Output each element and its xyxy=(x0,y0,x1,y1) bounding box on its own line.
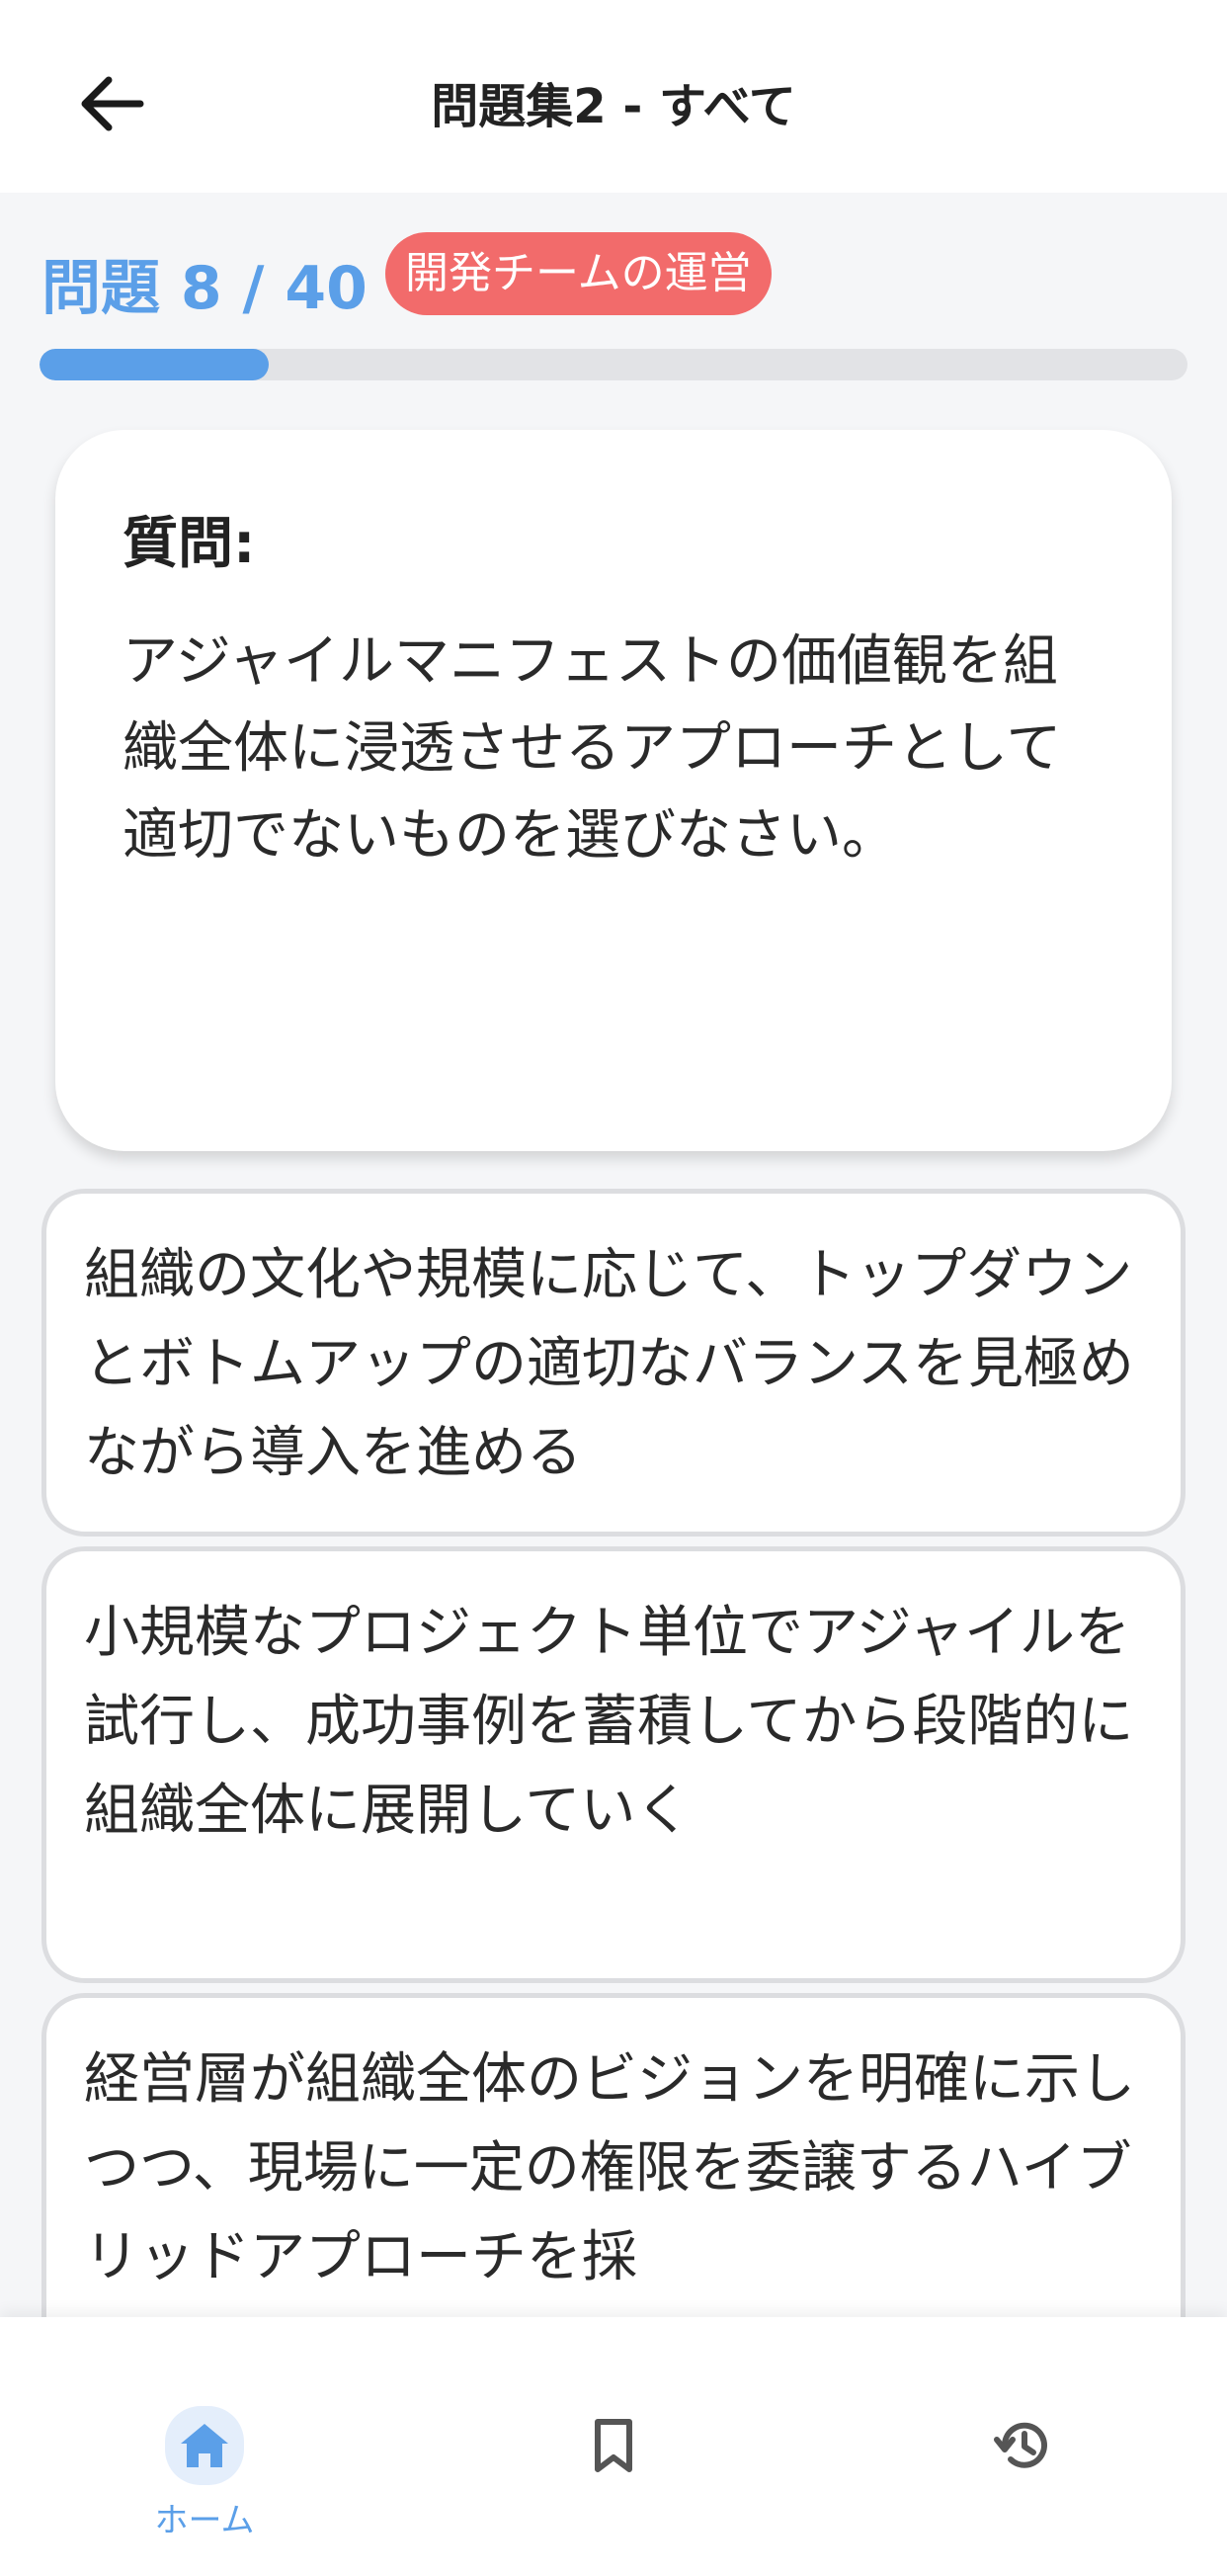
answer-option-text: 小規模なプロジェクト単位でアジャイルを試行し、成功事例を蓄積してから段階的に組織… xyxy=(84,1601,1134,1843)
bookmark-icon xyxy=(595,2419,632,2472)
home-icon-container xyxy=(165,2406,244,2485)
tab-history[interactable] xyxy=(924,2317,1121,2576)
answer-option-2[interactable]: 小規模なプロジェクト単位でアジャイルを試行し、成功事例を蓄積してから段階的に組織… xyxy=(41,1546,1186,1983)
answer-option-1[interactable]: 組織の文化や規模に応じて、トップダウンとボトムアップの適切なバランスを見極めなが… xyxy=(41,1189,1186,1537)
bottom-tab-bar: ホーム xyxy=(0,2317,1227,2576)
tab-home[interactable]: ホーム xyxy=(106,2317,303,2576)
answer-option-3[interactable]: 経営層が組織全体のビジョンを明確に示しつつ、現場に一定の権限を委譲するハイブリッ… xyxy=(41,1993,1186,2317)
progress-bar xyxy=(40,349,1187,380)
progress-bar-fill xyxy=(40,349,270,380)
quiz-content: 問題 8 / 40 開発チームの運営 質問: アジャイルマニフェストの価値観を組… xyxy=(0,193,1227,2317)
category-tag: 開発チームの運営 xyxy=(385,232,772,315)
question-counter: 問題 8 / 40 xyxy=(41,254,368,323)
tab-bookmarks[interactable] xyxy=(515,2317,712,2576)
tab-home-label: ホーム xyxy=(154,2501,255,2540)
question-text: アジャイルマニフェストの価値観を組織全体に浸透させるアプローチとして適切でないも… xyxy=(123,629,1062,868)
app-header: 問題集2 - すべて xyxy=(0,0,1227,193)
page-title: 問題集2 - すべて xyxy=(431,79,796,134)
answer-option-text: 経営層が組織全体のビジョンを明確に示しつつ、現場に一定の権限を委譲するハイブリッ… xyxy=(84,2047,1135,2289)
bookmark-icon-container xyxy=(574,2406,653,2485)
question-card: 質問: アジャイルマニフェストの価値観を組織全体に浸透させるアプローチとして適切… xyxy=(55,430,1172,1151)
history-icon-container xyxy=(983,2406,1062,2485)
answer-option-text: 組織の文化や規模に応じて、トップダウンとボトムアップの適切なバランスを見極めなが… xyxy=(84,1243,1134,1485)
history-icon xyxy=(994,2422,1047,2468)
question-label: 質問: xyxy=(123,512,256,576)
home-icon xyxy=(181,2424,228,2467)
